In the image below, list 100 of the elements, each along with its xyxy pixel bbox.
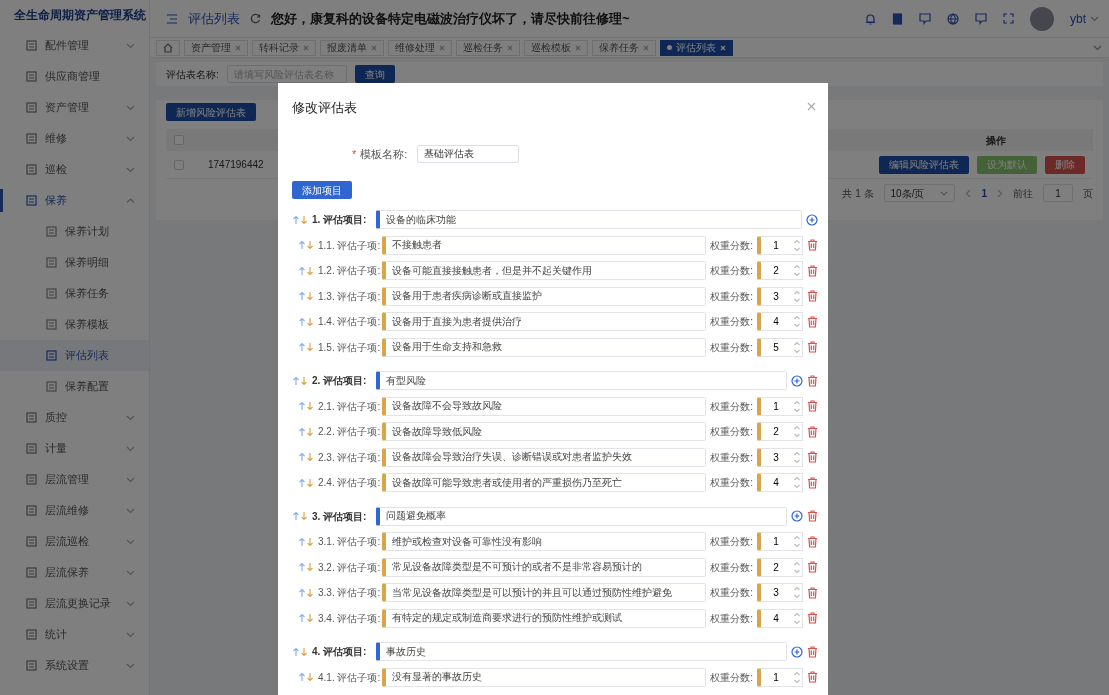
page-tab[interactable]: 评估列表 bbox=[660, 39, 733, 56]
sidebar-item[interactable]: 层流巡检 bbox=[0, 526, 149, 557]
sidebar-subitem[interactable]: 保养模板 bbox=[0, 309, 149, 340]
subitem-field[interactable]: 设备故障可能导致患者或使用者的严重损伤乃至死亡 bbox=[382, 473, 707, 493]
delete-button[interactable] bbox=[807, 425, 818, 438]
delete-button[interactable] bbox=[807, 341, 818, 354]
sidebar-item[interactable]: 保养 bbox=[0, 185, 149, 216]
item-field[interactable]: 设备的临床功能 bbox=[376, 210, 802, 230]
up-arrow-icon[interactable] bbox=[298, 426, 306, 437]
delete-button[interactable] bbox=[807, 315, 818, 328]
delete-button[interactable] bbox=[807, 586, 818, 599]
close-icon[interactable] bbox=[575, 44, 581, 51]
delete-button[interactable] bbox=[807, 476, 818, 489]
sidebar-item[interactable]: 资产管理 bbox=[0, 92, 149, 123]
sidebar-subitem[interactable]: 保养任务 bbox=[0, 278, 149, 309]
down-arrow-icon[interactable] bbox=[306, 265, 314, 276]
down-arrow-icon[interactable] bbox=[306, 401, 314, 412]
chat-icon[interactable] bbox=[919, 12, 931, 25]
row-checkbox[interactable] bbox=[174, 159, 184, 170]
up-arrow-icon[interactable] bbox=[292, 375, 300, 386]
subitem-field[interactable]: 设备故障不会导致故风险 bbox=[382, 396, 707, 416]
down-arrow-icon[interactable] bbox=[306, 587, 314, 598]
page-tab[interactable]: 巡检任务 bbox=[456, 39, 520, 56]
sidebar-item[interactable]: 维修 bbox=[0, 123, 149, 154]
globe-icon[interactable] bbox=[947, 12, 959, 25]
sidebar-item[interactable]: 巡检 bbox=[0, 154, 149, 185]
book-icon[interactable] bbox=[892, 12, 903, 25]
add-item-button[interactable]: 添加项目 bbox=[292, 181, 352, 199]
up-arrow-icon[interactable] bbox=[298, 291, 306, 302]
down-arrow-icon[interactable] bbox=[306, 672, 314, 683]
delete-button[interactable] bbox=[807, 510, 818, 523]
up-arrow-icon[interactable] bbox=[298, 452, 306, 463]
down-arrow-icon[interactable] bbox=[306, 477, 314, 488]
page-tab[interactable]: 报废清单 bbox=[320, 39, 384, 56]
down-arrow-icon[interactable] bbox=[306, 342, 314, 353]
search-button[interactable]: 查询 bbox=[354, 65, 395, 83]
down-arrow-icon[interactable] bbox=[306, 240, 314, 251]
page-tab[interactable]: 转科记录 bbox=[252, 39, 316, 56]
sidebar-subitem[interactable]: 评估列表 bbox=[0, 340, 149, 371]
up-arrow-icon[interactable] bbox=[292, 646, 300, 657]
sidebar-item[interactable]: 计量 bbox=[0, 433, 149, 464]
subitem-field[interactable]: 设备用于患者疾病诊断或直接监护 bbox=[382, 286, 707, 306]
down-arrow-icon[interactable] bbox=[306, 613, 314, 624]
close-icon[interactable] bbox=[507, 44, 513, 51]
user-name[interactable]: ybt bbox=[1070, 9, 1086, 28]
sidebar-item[interactable]: 系统设置 bbox=[0, 650, 149, 681]
sidebar-item[interactable]: 层流保养 bbox=[0, 557, 149, 588]
up-arrow-icon[interactable] bbox=[292, 214, 300, 225]
edit-button[interactable]: 编辑风险评估表 bbox=[879, 155, 969, 174]
add-subitem-button[interactable] bbox=[791, 510, 803, 523]
up-arrow-icon[interactable] bbox=[298, 536, 306, 547]
down-arrow-icon[interactable] bbox=[300, 375, 308, 386]
subitem-field[interactable]: 有特定的规定或制造商要求进行的预防性维护或测试 bbox=[382, 608, 707, 628]
template-name-field[interactable]: 基础评估表 bbox=[417, 145, 520, 163]
sidebar-subitem[interactable]: 保养明细 bbox=[0, 247, 149, 278]
sidebar-item[interactable]: 层流更换记录 bbox=[0, 588, 149, 619]
page-tab[interactable]: 维修处理 bbox=[388, 39, 452, 56]
item-field[interactable]: 问题避免概率 bbox=[376, 506, 787, 526]
sidebar-item[interactable]: 供应商管理 bbox=[0, 61, 149, 92]
sidebar-item[interactable]: 配件管理 bbox=[0, 30, 149, 61]
close-icon[interactable] bbox=[235, 44, 241, 51]
up-arrow-icon[interactable] bbox=[298, 342, 306, 353]
down-arrow-icon[interactable] bbox=[300, 646, 308, 657]
up-arrow-icon[interactable] bbox=[298, 316, 306, 327]
page-size-select[interactable]: 10条/页 bbox=[883, 184, 956, 202]
sidebar-subitem[interactable]: 保养计划 bbox=[0, 216, 149, 247]
delete-button[interactable] bbox=[807, 535, 818, 548]
delete-button[interactable] bbox=[807, 239, 818, 252]
down-arrow-icon[interactable] bbox=[306, 536, 314, 547]
down-arrow-icon[interactable] bbox=[306, 426, 314, 437]
delete-button[interactable] bbox=[807, 671, 818, 684]
up-arrow-icon[interactable] bbox=[292, 511, 300, 522]
sidebar-item[interactable]: 质控 bbox=[0, 402, 149, 433]
delete-button[interactable] bbox=[807, 374, 818, 387]
up-arrow-icon[interactable] bbox=[298, 672, 306, 683]
down-arrow-icon[interactable] bbox=[306, 316, 314, 327]
subitem-field[interactable]: 常见设备故障类型是不可预计的或者不是非常容易预计的 bbox=[382, 557, 707, 577]
sidebar-item[interactable]: 统计 bbox=[0, 619, 149, 650]
page-number[interactable]: 1 bbox=[981, 185, 987, 201]
down-arrow-icon[interactable] bbox=[300, 511, 308, 522]
up-arrow-icon[interactable] bbox=[298, 587, 306, 598]
delete-button[interactable] bbox=[807, 264, 818, 277]
page-tab[interactable]: 巡检模板 bbox=[524, 39, 588, 56]
chevron-down-icon[interactable] bbox=[1093, 43, 1103, 52]
delete-button[interactable]: 删除 bbox=[1045, 155, 1085, 174]
add-subitem-button[interactable] bbox=[791, 374, 803, 387]
page-input[interactable]: 1 bbox=[1043, 184, 1073, 202]
close-icon[interactable] bbox=[303, 44, 309, 51]
subitem-field[interactable]: 设备故障导致低风险 bbox=[382, 422, 707, 442]
refresh-icon[interactable] bbox=[250, 13, 261, 24]
delete-button[interactable] bbox=[807, 451, 818, 464]
chevron-left-icon[interactable] bbox=[965, 188, 972, 198]
close-icon[interactable] bbox=[439, 44, 445, 51]
down-arrow-icon[interactable] bbox=[306, 562, 314, 573]
delete-button[interactable] bbox=[807, 645, 818, 658]
menu-icon[interactable] bbox=[166, 13, 178, 24]
down-arrow-icon[interactable] bbox=[306, 452, 314, 463]
close-icon[interactable] bbox=[643, 44, 649, 51]
page-tab[interactable]: 资产管理 bbox=[184, 39, 248, 56]
up-arrow-icon[interactable] bbox=[298, 613, 306, 624]
